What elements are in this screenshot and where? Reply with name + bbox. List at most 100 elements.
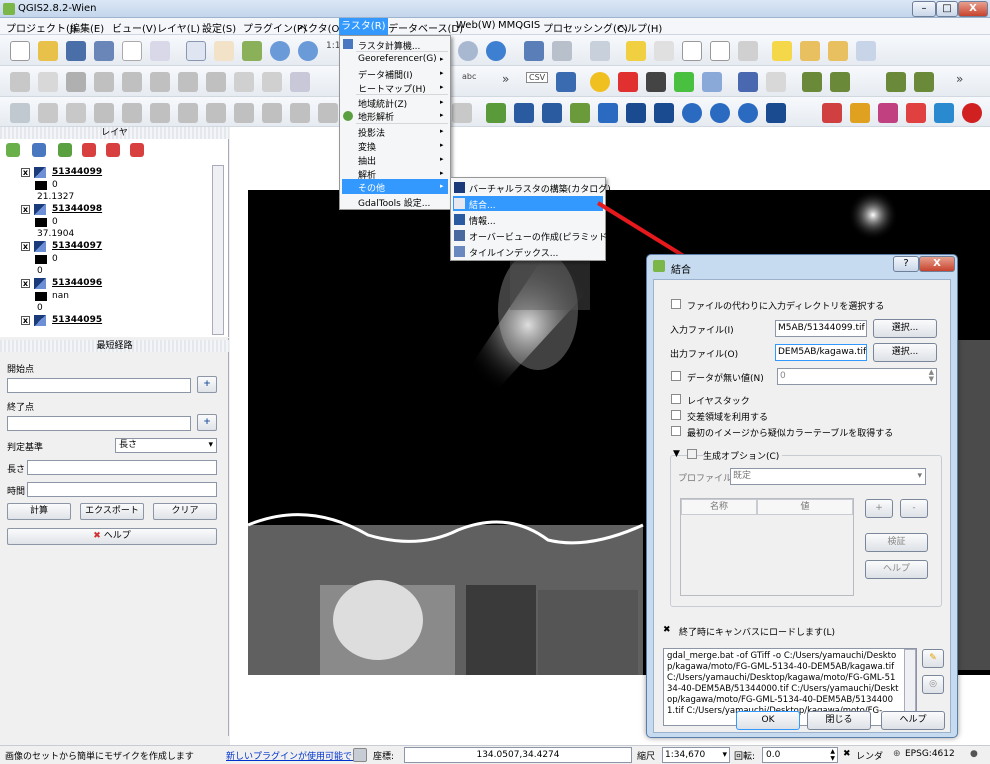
vertex-icon[interactable] [486, 103, 506, 123]
key-icon[interactable] [766, 103, 786, 123]
wing-icon[interactable] [598, 103, 618, 123]
intersect-checkbox[interactable] [671, 410, 681, 420]
layer-name[interactable]: 51344095 [52, 315, 102, 325]
expression-icon[interactable] [654, 41, 674, 61]
split-features-icon[interactable] [914, 72, 934, 92]
attribute-table-icon[interactable] [682, 41, 702, 61]
visibility-icon[interactable] [32, 143, 46, 157]
text-annotation-icon[interactable] [856, 41, 876, 61]
move-feature-icon[interactable] [122, 72, 142, 92]
toggle-editing-icon[interactable] [38, 72, 58, 92]
globe-2-icon[interactable] [710, 103, 730, 123]
dialog-help-text-button[interactable]: ヘルプ [881, 711, 945, 730]
terrain-icon[interactable] [674, 72, 694, 92]
point-tool-icon[interactable] [850, 103, 870, 123]
options-help-button[interactable]: ヘルプ [865, 560, 928, 579]
copy-icon[interactable] [234, 72, 254, 92]
fill-ring-icon[interactable] [178, 103, 198, 123]
expand-all-icon[interactable] [82, 143, 96, 157]
label-tool-icon[interactable] [290, 72, 310, 92]
rotate-label-icon[interactable] [452, 103, 472, 123]
menu-miscellaneous[interactable]: その他 [358, 181, 385, 194]
raster-grid-icon[interactable] [542, 103, 562, 123]
geometry-icon[interactable] [934, 103, 954, 123]
filter-icon[interactable] [58, 143, 72, 157]
layer-stack-checkbox[interactable] [671, 394, 681, 404]
render-checkbox[interactable]: ✖ [843, 749, 851, 759]
layer-name[interactable]: 51344097 [52, 241, 102, 251]
redo-icon[interactable] [66, 103, 86, 123]
layer-name[interactable]: 51344099 [52, 167, 102, 177]
menu-georeferencer[interactable]: Georeferencer(G) [358, 54, 437, 64]
menu-settings[interactable]: 設定(S) [202, 20, 236, 35]
layer-name[interactable]: 51344098 [52, 204, 102, 214]
ok-button[interactable]: OK [736, 711, 800, 730]
pick-end-crosshair-icon[interactable]: + [197, 414, 217, 431]
reset-command-icon[interactable]: ◎ [922, 675, 944, 694]
refresh-icon[interactable] [486, 41, 506, 61]
menu-vector[interactable]: ベクタ(O) [298, 20, 343, 35]
minimize-button[interactable]: – [912, 1, 936, 17]
menu-information[interactable]: 情報... [469, 214, 496, 227]
zoom-in-icon[interactable] [270, 41, 290, 61]
composer-manager-icon[interactable] [150, 41, 170, 61]
open-folder-icon[interactable] [38, 41, 58, 61]
show-bookmarks-icon[interactable] [828, 41, 848, 61]
message-log-icon[interactable]: ● [970, 749, 978, 759]
menu-gdaltools-settings[interactable]: GdalTools 設定... [358, 196, 430, 209]
calculate-button[interactable]: 計算 [7, 503, 71, 520]
add-ring-icon[interactable] [122, 103, 142, 123]
output-select-button[interactable]: 選択... [873, 343, 937, 362]
measure-icon[interactable] [552, 41, 572, 61]
menu-extraction[interactable]: 抽出 [358, 154, 376, 167]
statistics-icon[interactable] [710, 41, 730, 61]
crs-globe-icon[interactable]: ⊕ [893, 749, 901, 759]
line-tool-icon[interactable] [570, 103, 590, 123]
toolbar-overflow-2-icon[interactable]: » [956, 72, 963, 86]
nodata-checkbox[interactable] [671, 371, 681, 381]
digitizing-tool-icon[interactable] [802, 72, 822, 92]
add-option-button[interactable]: + [865, 499, 893, 518]
zoom-last-icon[interactable] [458, 41, 478, 61]
globe-3-icon[interactable] [738, 103, 758, 123]
flag-icon[interactable] [878, 103, 898, 123]
split-parts-icon[interactable] [318, 103, 338, 123]
collapse-all-icon[interactable] [106, 143, 120, 157]
criterion-select[interactable]: 長さ ▾ [115, 438, 217, 453]
menu-web[interactable]: Web(W) [456, 20, 496, 31]
pan-to-selection-icon[interactable] [242, 41, 262, 61]
raster-checker-icon[interactable] [514, 103, 534, 123]
save-icon[interactable] [66, 41, 86, 61]
identify-icon[interactable] [524, 41, 544, 61]
menu-edit[interactable]: 編集(E) [70, 20, 104, 35]
close-button[interactable]: X [958, 1, 988, 17]
new-bookmark-icon[interactable] [800, 41, 820, 61]
clear-button[interactable]: クリア [153, 503, 217, 520]
plugin-update-link[interactable]: 新しいプラグインが使用可能です [226, 749, 361, 762]
validate-button[interactable]: 検証 [865, 533, 928, 552]
add-feature-icon[interactable] [94, 72, 114, 92]
reshape-icon[interactable] [262, 103, 282, 123]
merge-features-icon[interactable] [886, 72, 906, 92]
layer-visibility-checkbox[interactable]: x [21, 205, 30, 214]
offset-icon[interactable] [290, 103, 310, 123]
creation-options-checkbox[interactable] [687, 449, 697, 459]
save-edits-icon[interactable] [66, 72, 86, 92]
crosshair-icon[interactable] [822, 103, 842, 123]
maximize-button[interactable]: □ [936, 1, 958, 17]
snapping-icon[interactable] [10, 103, 30, 123]
layers-scrollbar[interactable] [212, 165, 224, 335]
menu-zonal-stats[interactable]: 地域統計(Z) [358, 97, 407, 110]
raster-tool-2-icon[interactable] [654, 103, 674, 123]
dialog-close-text-button[interactable]: 閉じる [807, 711, 871, 730]
use-dir-checkbox[interactable] [671, 299, 681, 309]
python-console-icon[interactable] [590, 72, 610, 92]
new-print-composer-icon[interactable] [122, 41, 142, 61]
layer-name[interactable]: 51344096 [52, 278, 102, 288]
save-as-icon[interactable] [94, 41, 114, 61]
delete-selected-icon[interactable] [178, 72, 198, 92]
delete-ring-icon[interactable] [206, 103, 226, 123]
cut-icon[interactable] [206, 72, 226, 92]
input-select-button[interactable]: 選択... [873, 319, 937, 338]
offset-curve-icon[interactable] [830, 72, 850, 92]
